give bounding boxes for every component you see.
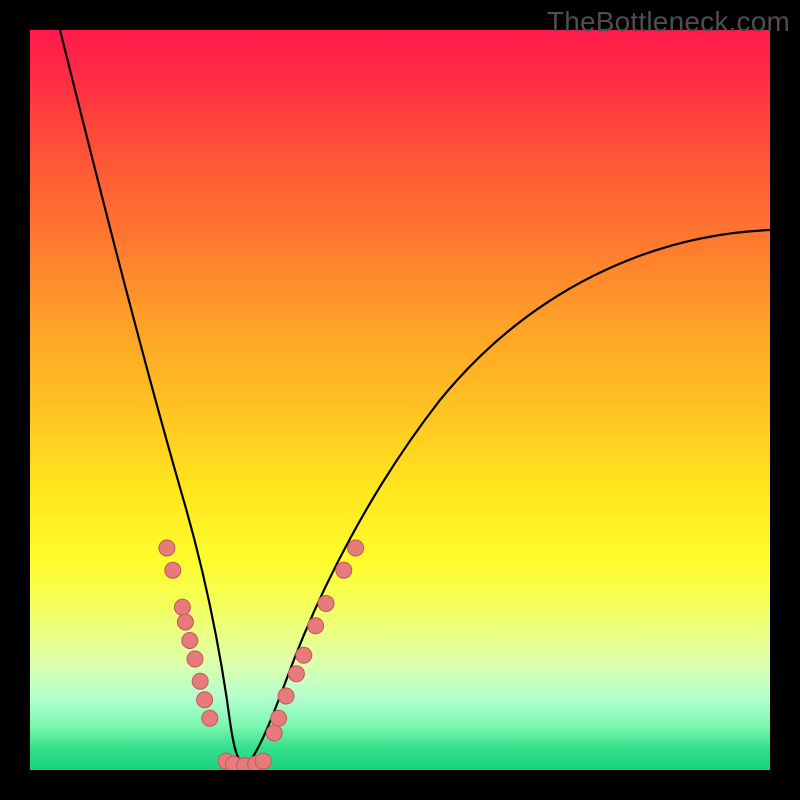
marker-dot [266,725,282,741]
watermark-text: TheBottleneck.com [547,6,790,38]
marker-dot [177,614,193,630]
right-branch-curve [250,230,770,761]
marker-dots [159,540,364,770]
marker-dot [296,647,312,663]
marker-dot [165,562,181,578]
marker-dot [192,673,208,689]
marker-dot [271,710,287,726]
marker-dot [348,540,364,556]
plot-area [30,30,770,770]
marker-dot [159,540,175,556]
marker-dot [336,562,352,578]
marker-dot [197,692,213,708]
marker-dot [288,666,304,682]
marker-dot [202,710,218,726]
left-branch-curve [60,30,240,761]
outer-frame: TheBottleneck.com [0,0,800,800]
marker-dot [187,651,203,667]
chart-svg [30,30,770,770]
marker-dot [174,599,190,615]
marker-dot [308,618,324,634]
marker-dot [182,633,198,649]
marker-dot [278,688,294,704]
marker-dot [318,596,334,612]
marker-dot [255,753,271,769]
